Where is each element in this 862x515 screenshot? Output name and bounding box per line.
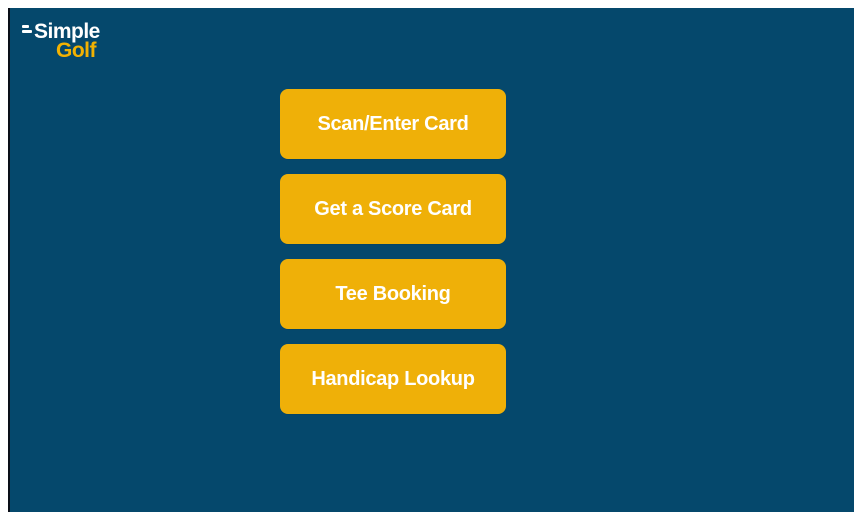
tee-booking-button[interactable]: Tee Booking xyxy=(280,259,506,329)
kiosk-home-screen: Simple Golf Scan/Enter Card Get a Score … xyxy=(10,8,854,512)
scan-enter-card-button[interactable]: Scan/Enter Card xyxy=(280,89,506,159)
handicap-lookup-button[interactable]: Handicap Lookup xyxy=(280,344,506,414)
get-score-card-button[interactable]: Get a Score Card xyxy=(280,174,506,244)
main-menu: Scan/Enter Card Get a Score Card Tee Boo… xyxy=(280,89,506,429)
simple-golf-logo: Simple Golf xyxy=(18,16,138,78)
logo-word-golf: Golf xyxy=(56,39,97,62)
